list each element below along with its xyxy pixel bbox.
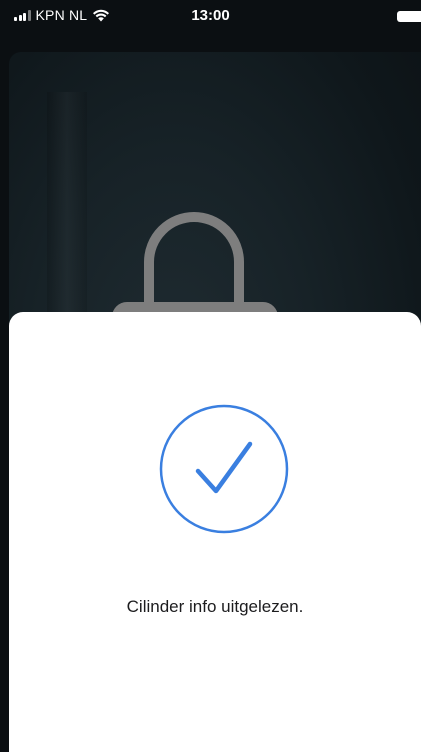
phone-screen: KPN NL 13:00 Cilinder info uitgelezen. [0, 0, 421, 752]
result-message: Cilinder info uitgelezen. [126, 597, 304, 616]
result-sheet: Cilinder info uitgelezen. [9, 312, 421, 752]
checkmark-circle-icon [159, 404, 289, 534]
status-bar: KPN NL 13:00 [0, 0, 421, 36]
battery-icon [397, 11, 421, 22]
status-time: 13:00 [191, 7, 230, 24]
